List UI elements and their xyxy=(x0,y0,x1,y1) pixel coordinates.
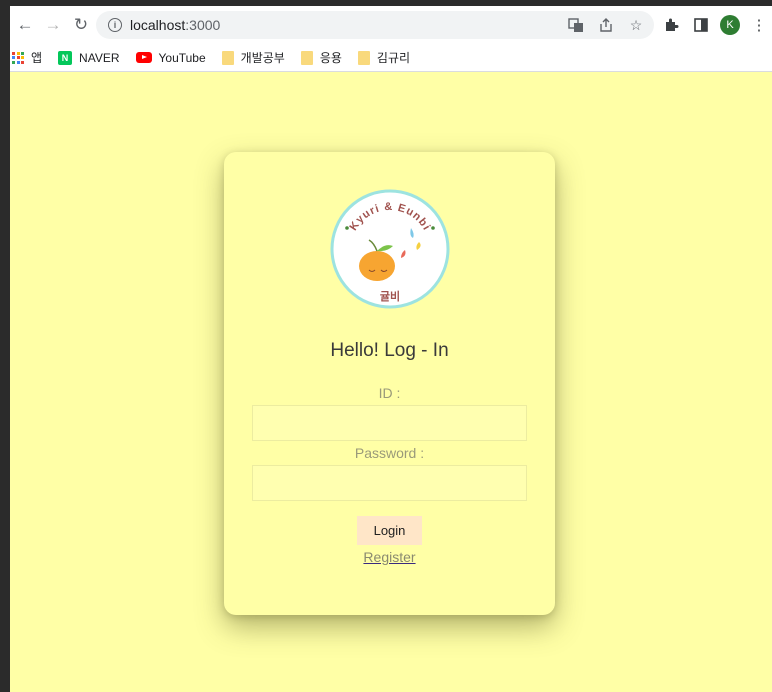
id-input[interactable] xyxy=(252,405,527,441)
bookmark-naver[interactable]: N NAVER xyxy=(58,48,125,68)
folder-icon xyxy=(221,50,234,65)
password-label: Password : xyxy=(354,445,425,461)
naver-icon: N xyxy=(58,50,73,65)
translate-icon[interactable] xyxy=(566,15,586,35)
folder-icon xyxy=(300,50,313,65)
bookmark-label: YouTube xyxy=(158,50,206,65)
youtube-icon xyxy=(135,52,152,63)
profile-avatar[interactable]: K xyxy=(720,15,740,35)
url-text[interactable]: localhost:3000 xyxy=(130,17,220,33)
login-title: Hello! Log - In xyxy=(330,340,449,361)
bookmark-label: 앱 xyxy=(31,51,43,65)
apps-grid-icon xyxy=(12,51,24,64)
login-button[interactable]: Login xyxy=(357,516,422,545)
browser-window: ← → ↻ i localhost:3000 ☆ K ⋮ 앱 N NAVER Y… xyxy=(10,6,772,692)
bookmark-label: 김규리 xyxy=(376,51,411,65)
menu-kebab-icon[interactable]: ⋮ xyxy=(748,11,770,39)
address-bar[interactable]: i localhost:3000 ☆ xyxy=(96,11,654,39)
share-icon[interactable] xyxy=(596,15,616,35)
site-info-icon[interactable]: i xyxy=(108,18,122,32)
forward-icon[interactable]: → xyxy=(40,12,66,38)
password-input[interactable] xyxy=(252,465,527,501)
bookmarks-bar: 앱 N NAVER YouTube 개발공부 응용 김규리 xyxy=(10,44,772,72)
url-port: :3000 xyxy=(185,17,221,33)
bookmark-label: 응용 xyxy=(319,51,342,65)
register-link[interactable]: Register xyxy=(224,549,555,565)
logo-bottom-text: 귤비 xyxy=(380,289,400,303)
reload-icon[interactable]: ↻ xyxy=(68,12,94,38)
browser-toolbar: ← → ↻ i localhost:3000 ☆ K ⋮ xyxy=(10,6,772,44)
login-card: Kyuri & Eunbi 귤비 Hello! Log - In ID : Pa… xyxy=(224,152,555,615)
side-panel-icon[interactable] xyxy=(690,11,712,39)
logo-badge: Kyuri & Eunbi 귤비 xyxy=(330,189,450,309)
bookmark-folder-dev[interactable]: 개발공부 xyxy=(221,48,291,68)
url-host: localhost xyxy=(130,17,186,33)
bookmark-apps[interactable]: 앱 xyxy=(12,48,48,68)
id-label: ID : xyxy=(378,385,401,401)
folder-icon xyxy=(357,50,370,65)
bookmark-star-icon[interactable]: ☆ xyxy=(626,15,646,35)
bookmark-folder-name[interactable]: 김규리 xyxy=(357,48,416,68)
bookmark-label: NAVER xyxy=(79,50,120,65)
extensions-icon[interactable] xyxy=(660,11,682,39)
bookmark-youtube[interactable]: YouTube xyxy=(135,48,212,68)
bookmark-label: 개발공부 xyxy=(240,51,285,65)
bookmark-folder-app[interactable]: 응용 xyxy=(300,48,348,68)
back-icon[interactable]: ← xyxy=(12,12,38,38)
